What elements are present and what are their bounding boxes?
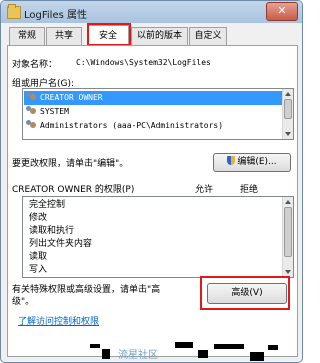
permissions-list[interactable]: 完全控制 修改 读取和执行 列出文件夹内容 读取 写入 xyxy=(22,196,294,278)
group-users-scrollbar[interactable] xyxy=(282,89,293,139)
list-item: 读取和执行 xyxy=(29,226,75,236)
list-item: 修改 xyxy=(29,213,48,223)
scroll-down-icon[interactable] xyxy=(285,132,291,136)
deny-column-header: 拒绝 xyxy=(240,185,259,195)
group-users-list[interactable]: CREATOR OWNER SYSTEM Administrators (aaa… xyxy=(22,88,294,140)
close-button[interactable]: ✕ xyxy=(266,2,298,21)
advanced-highlight-box xyxy=(200,276,290,310)
tab-customize[interactable]: 自定义 xyxy=(189,27,227,45)
user-group-icon xyxy=(25,92,37,101)
tab-previous-versions[interactable]: 以前的版本 xyxy=(131,27,188,45)
permissions-label: CREATOR OWNER 的权限(P) xyxy=(12,185,135,195)
title-bar[interactable]: LogFiles 属性 ✕ xyxy=(1,1,302,23)
redaction-block xyxy=(175,342,193,348)
special-permissions-hint-line1: 有关特殊权限或高级设置，请单击"高 xyxy=(12,285,161,295)
tab-highlight-box xyxy=(87,23,131,46)
redaction-block xyxy=(198,350,208,358)
list-item[interactable]: SYSTEM xyxy=(25,105,69,119)
properties-window: LogFiles 属性 ✕ 常规 共享 安全 以前的版本 自定义 对象名称： C… xyxy=(0,0,303,363)
user-group-icon xyxy=(25,120,37,129)
scroll-up-icon[interactable] xyxy=(285,200,291,204)
list-item: 读取 xyxy=(29,252,48,262)
object-name-label: 对象名称： xyxy=(12,60,58,70)
permissions-scrollbar[interactable] xyxy=(282,197,293,277)
redaction-block xyxy=(102,349,110,359)
redaction-block xyxy=(214,344,244,349)
security-panel: 对象名称： C:\Windows\System32\LogFiles 组或用户名… xyxy=(7,45,298,357)
tab-general[interactable]: 常规 xyxy=(9,27,45,45)
change-permissions-hint: 要更改权限，请单击"编辑"。 xyxy=(12,159,129,169)
list-item[interactable]: Administrators (aaa-PC\Administrators) xyxy=(25,119,223,133)
user-group-icon xyxy=(25,106,37,115)
watermark-text: 流星社区 xyxy=(118,350,158,361)
allow-column-header: 允许 xyxy=(195,185,214,195)
special-permissions-hint-line2: 级"。 xyxy=(12,297,35,307)
scroll-down-icon[interactable] xyxy=(285,270,291,274)
scroll-thumb[interactable] xyxy=(284,99,292,119)
learn-access-control-link[interactable]: 了解访问控制和权限 xyxy=(18,314,99,327)
object-name-value: C:\Windows\System32\LogFiles xyxy=(76,58,211,67)
edit-button[interactable]: 编辑(E)... xyxy=(213,153,291,172)
redaction-block xyxy=(250,352,264,361)
scroll-thumb[interactable] xyxy=(284,207,292,257)
redaction-block xyxy=(90,344,100,348)
shield-icon xyxy=(227,156,236,165)
scroll-up-icon[interactable] xyxy=(285,92,291,96)
list-item[interactable]: CREATOR OWNER xyxy=(24,91,292,105)
tab-sharing[interactable]: 共享 xyxy=(46,27,82,45)
list-item: 列出文件夹内容 xyxy=(29,239,93,249)
window-title: LogFiles 属性 xyxy=(24,10,87,21)
redaction-block xyxy=(268,345,278,350)
list-item: 完全控制 xyxy=(29,200,66,210)
list-item: 写入 xyxy=(29,265,48,275)
folder-icon xyxy=(7,4,21,19)
